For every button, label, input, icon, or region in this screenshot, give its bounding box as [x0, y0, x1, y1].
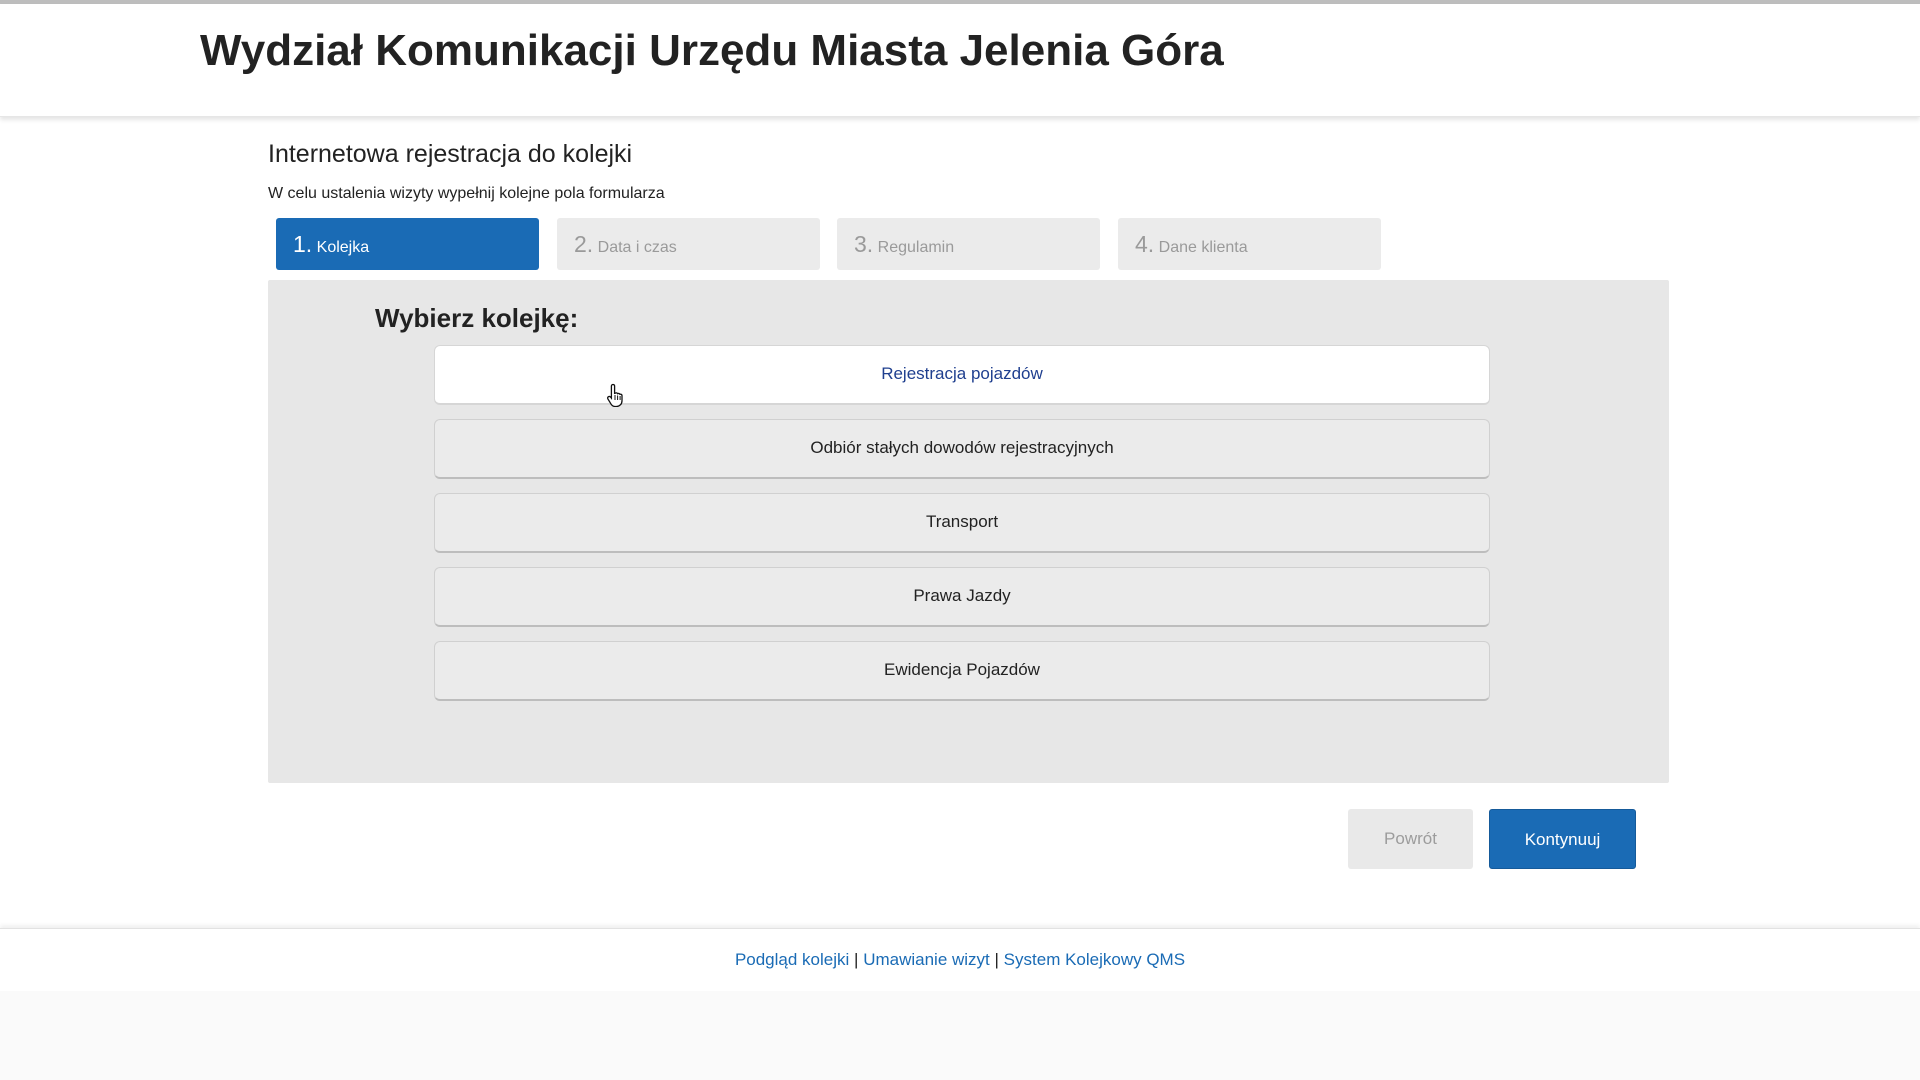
footer-link-queue-preview[interactable]: Podgląd kolejki: [735, 950, 849, 969]
page-title: Wydział Komunikacji Urzędu Miasta Jeleni…: [200, 26, 1224, 75]
queue-option-transport[interactable]: Transport: [434, 493, 1490, 553]
continue-button[interactable]: Kontynuuj: [1489, 809, 1636, 869]
footer-separator: |: [854, 950, 859, 969]
step-label: Dane klienta: [1158, 239, 1248, 256]
queue-selection-panel: Wybierz kolejkę: Rejestracja pojazdów Od…: [268, 280, 1669, 783]
footer-separator: |: [994, 950, 999, 969]
step-tab-data-i-czas[interactable]: 2. Data i czas: [557, 218, 820, 270]
footer-link-appointments[interactable]: Umawianie wizyt: [863, 950, 990, 969]
panel-heading: Wybierz kolejkę:: [375, 303, 579, 333]
site-footer: Podgląd kolejki | Umawianie wizyt | Syst…: [0, 928, 1920, 991]
step-number: 2.: [574, 231, 594, 257]
hand-pointer-icon: [606, 383, 626, 411]
queue-option-prawa-jazdy[interactable]: Prawa Jazdy: [434, 567, 1490, 627]
step-label: Kolejka: [316, 239, 370, 256]
step-number: 1.: [293, 231, 313, 257]
section-description: W celu ustalenia wizyty wypełnij kolejne…: [268, 185, 665, 202]
queue-option-ewidencja-pojazdow[interactable]: Ewidencja Pojazdów: [434, 641, 1490, 701]
step-tab-regulamin[interactable]: 3. Regulamin: [837, 218, 1100, 270]
queue-option-odbior-dowodow[interactable]: Odbiór stałych dowodów rejestracyjnych: [434, 419, 1490, 479]
step-number: 3.: [854, 231, 874, 257]
site-header: Wydział Komunikacji Urzędu Miasta Jeleni…: [0, 4, 1920, 117]
step-tab-kolejka[interactable]: 1. Kolejka: [276, 218, 539, 270]
back-button[interactable]: Powrót: [1348, 809, 1473, 869]
step-tab-dane-klienta[interactable]: 4. Dane klienta: [1118, 218, 1381, 270]
step-number: 4.: [1135, 231, 1155, 257]
step-label: Data i czas: [597, 239, 677, 256]
section-title: Internetowa rejestracja do kolejki: [268, 140, 633, 168]
queue-option-rejestracja-pojazdow[interactable]: Rejestracja pojazdów: [434, 345, 1490, 405]
step-label: Regulamin: [877, 239, 955, 256]
page-bottom: [0, 991, 1920, 1080]
footer-link-qms[interactable]: System Kolejkowy QMS: [1004, 950, 1185, 969]
